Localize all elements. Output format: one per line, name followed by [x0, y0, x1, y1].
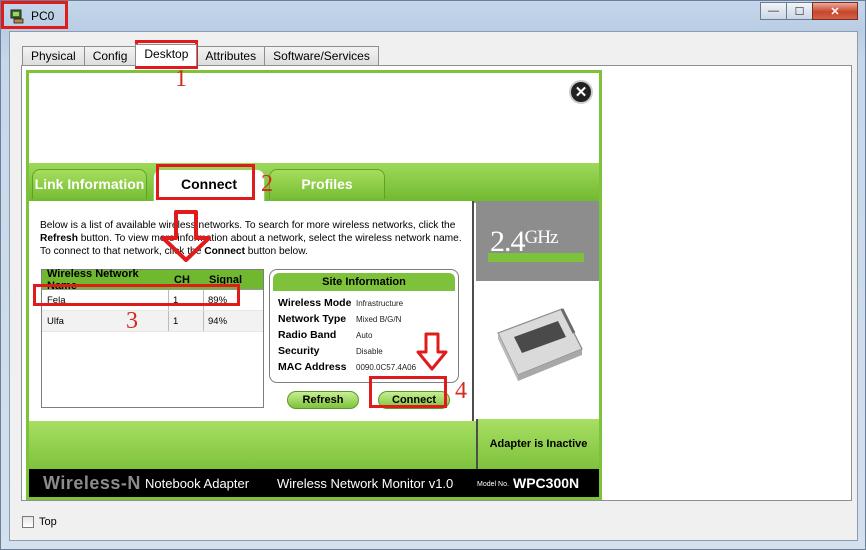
- model-label: Model No.: [477, 481, 509, 488]
- monitor-version: Wireless Network Monitor v1.0: [277, 476, 454, 491]
- tab-physical[interactable]: Physical: [22, 46, 85, 66]
- info-label: Radio Band: [278, 329, 337, 341]
- info-value: Disable: [356, 346, 383, 356]
- tab-config[interactable]: Config: [83, 46, 137, 66]
- info-label: Security: [278, 345, 320, 357]
- tab-desktop[interactable]: Desktop: [135, 44, 198, 66]
- annotation-number-2: 2: [261, 171, 273, 197]
- info-value: Infrastructure: [356, 298, 404, 308]
- info-label: MAC Address: [278, 361, 347, 373]
- network-channel: 1: [168, 311, 203, 331]
- annotation-arrow-down: [161, 210, 211, 262]
- annotation-arrow-down: [416, 332, 448, 371]
- close-button[interactable]: ✕: [812, 2, 858, 20]
- brand-subtitle: Notebook Adapter: [145, 476, 250, 491]
- brand-logo: Wireless-N: [43, 473, 141, 493]
- tab-profiles[interactable]: Profiles: [269, 169, 385, 199]
- annotation-box-network-row: [33, 284, 240, 306]
- network-row[interactable]: Ulfa 1 94%: [42, 311, 263, 332]
- annotation-box-title: [1, 1, 68, 29]
- adapter-side-panel: 2.4GHz Adapter is Inactive: [476, 201, 599, 469]
- site-information-title: Site Information: [273, 273, 455, 291]
- tab-software-services[interactable]: Software/Services: [264, 46, 379, 66]
- info-value: Mixed B/G/N: [356, 314, 402, 324]
- top-checkbox-label: Top: [39, 516, 57, 528]
- checkbox-box[interactable]: [22, 516, 34, 528]
- tab-bar: Physical Config Desktop Attributes Softw…: [22, 44, 379, 66]
- desktop-panel: ✕ Link Information Connect Profiles Belo…: [21, 65, 852, 501]
- tab-link-information[interactable]: Link Information: [32, 169, 147, 199]
- adapter-status: Adapter is Inactive: [476, 419, 599, 469]
- info-value: Auto: [356, 330, 373, 340]
- frequency-badge: 2.4GHz: [476, 201, 599, 281]
- annotation-box-connect-button: [369, 376, 447, 408]
- window: PC0 — ☐ ✕ Physical Config Desktop Attrib…: [0, 0, 866, 550]
- maximize-button[interactable]: ☐: [786, 2, 813, 20]
- title-bar: PC0 — ☐ ✕: [1, 1, 865, 31]
- tab-attributes[interactable]: Attributes: [196, 46, 266, 66]
- intro-text: Below is a list of available wireless ne…: [40, 220, 462, 257]
- ghz-unit: GHz: [524, 227, 559, 248]
- info-value: 0090.0C57.4A06: [356, 362, 417, 372]
- network-signal: 94%: [203, 311, 263, 331]
- refresh-button[interactable]: Refresh: [287, 391, 359, 409]
- minimize-button[interactable]: —: [760, 2, 787, 20]
- network-name: Ulfa: [47, 315, 64, 327]
- annotation-number-4: 4: [455, 378, 467, 404]
- app-close-button[interactable]: ✕: [569, 80, 593, 104]
- annotation-number-1: 1: [175, 66, 187, 92]
- info-label: Wireless Mode: [278, 297, 352, 309]
- info-label: Network Type: [278, 313, 347, 325]
- top-checkbox[interactable]: Top: [22, 516, 57, 528]
- annotation-number-3: 3: [126, 308, 138, 334]
- annotation-box-connect-tab: [156, 164, 255, 200]
- app-footer: Wireless-N Notebook Adapter Wireless Net…: [29, 469, 599, 497]
- adapter-card-image: [497, 308, 583, 381]
- model-number: WPC300N: [513, 475, 580, 491]
- ghz-underline: [488, 253, 584, 262]
